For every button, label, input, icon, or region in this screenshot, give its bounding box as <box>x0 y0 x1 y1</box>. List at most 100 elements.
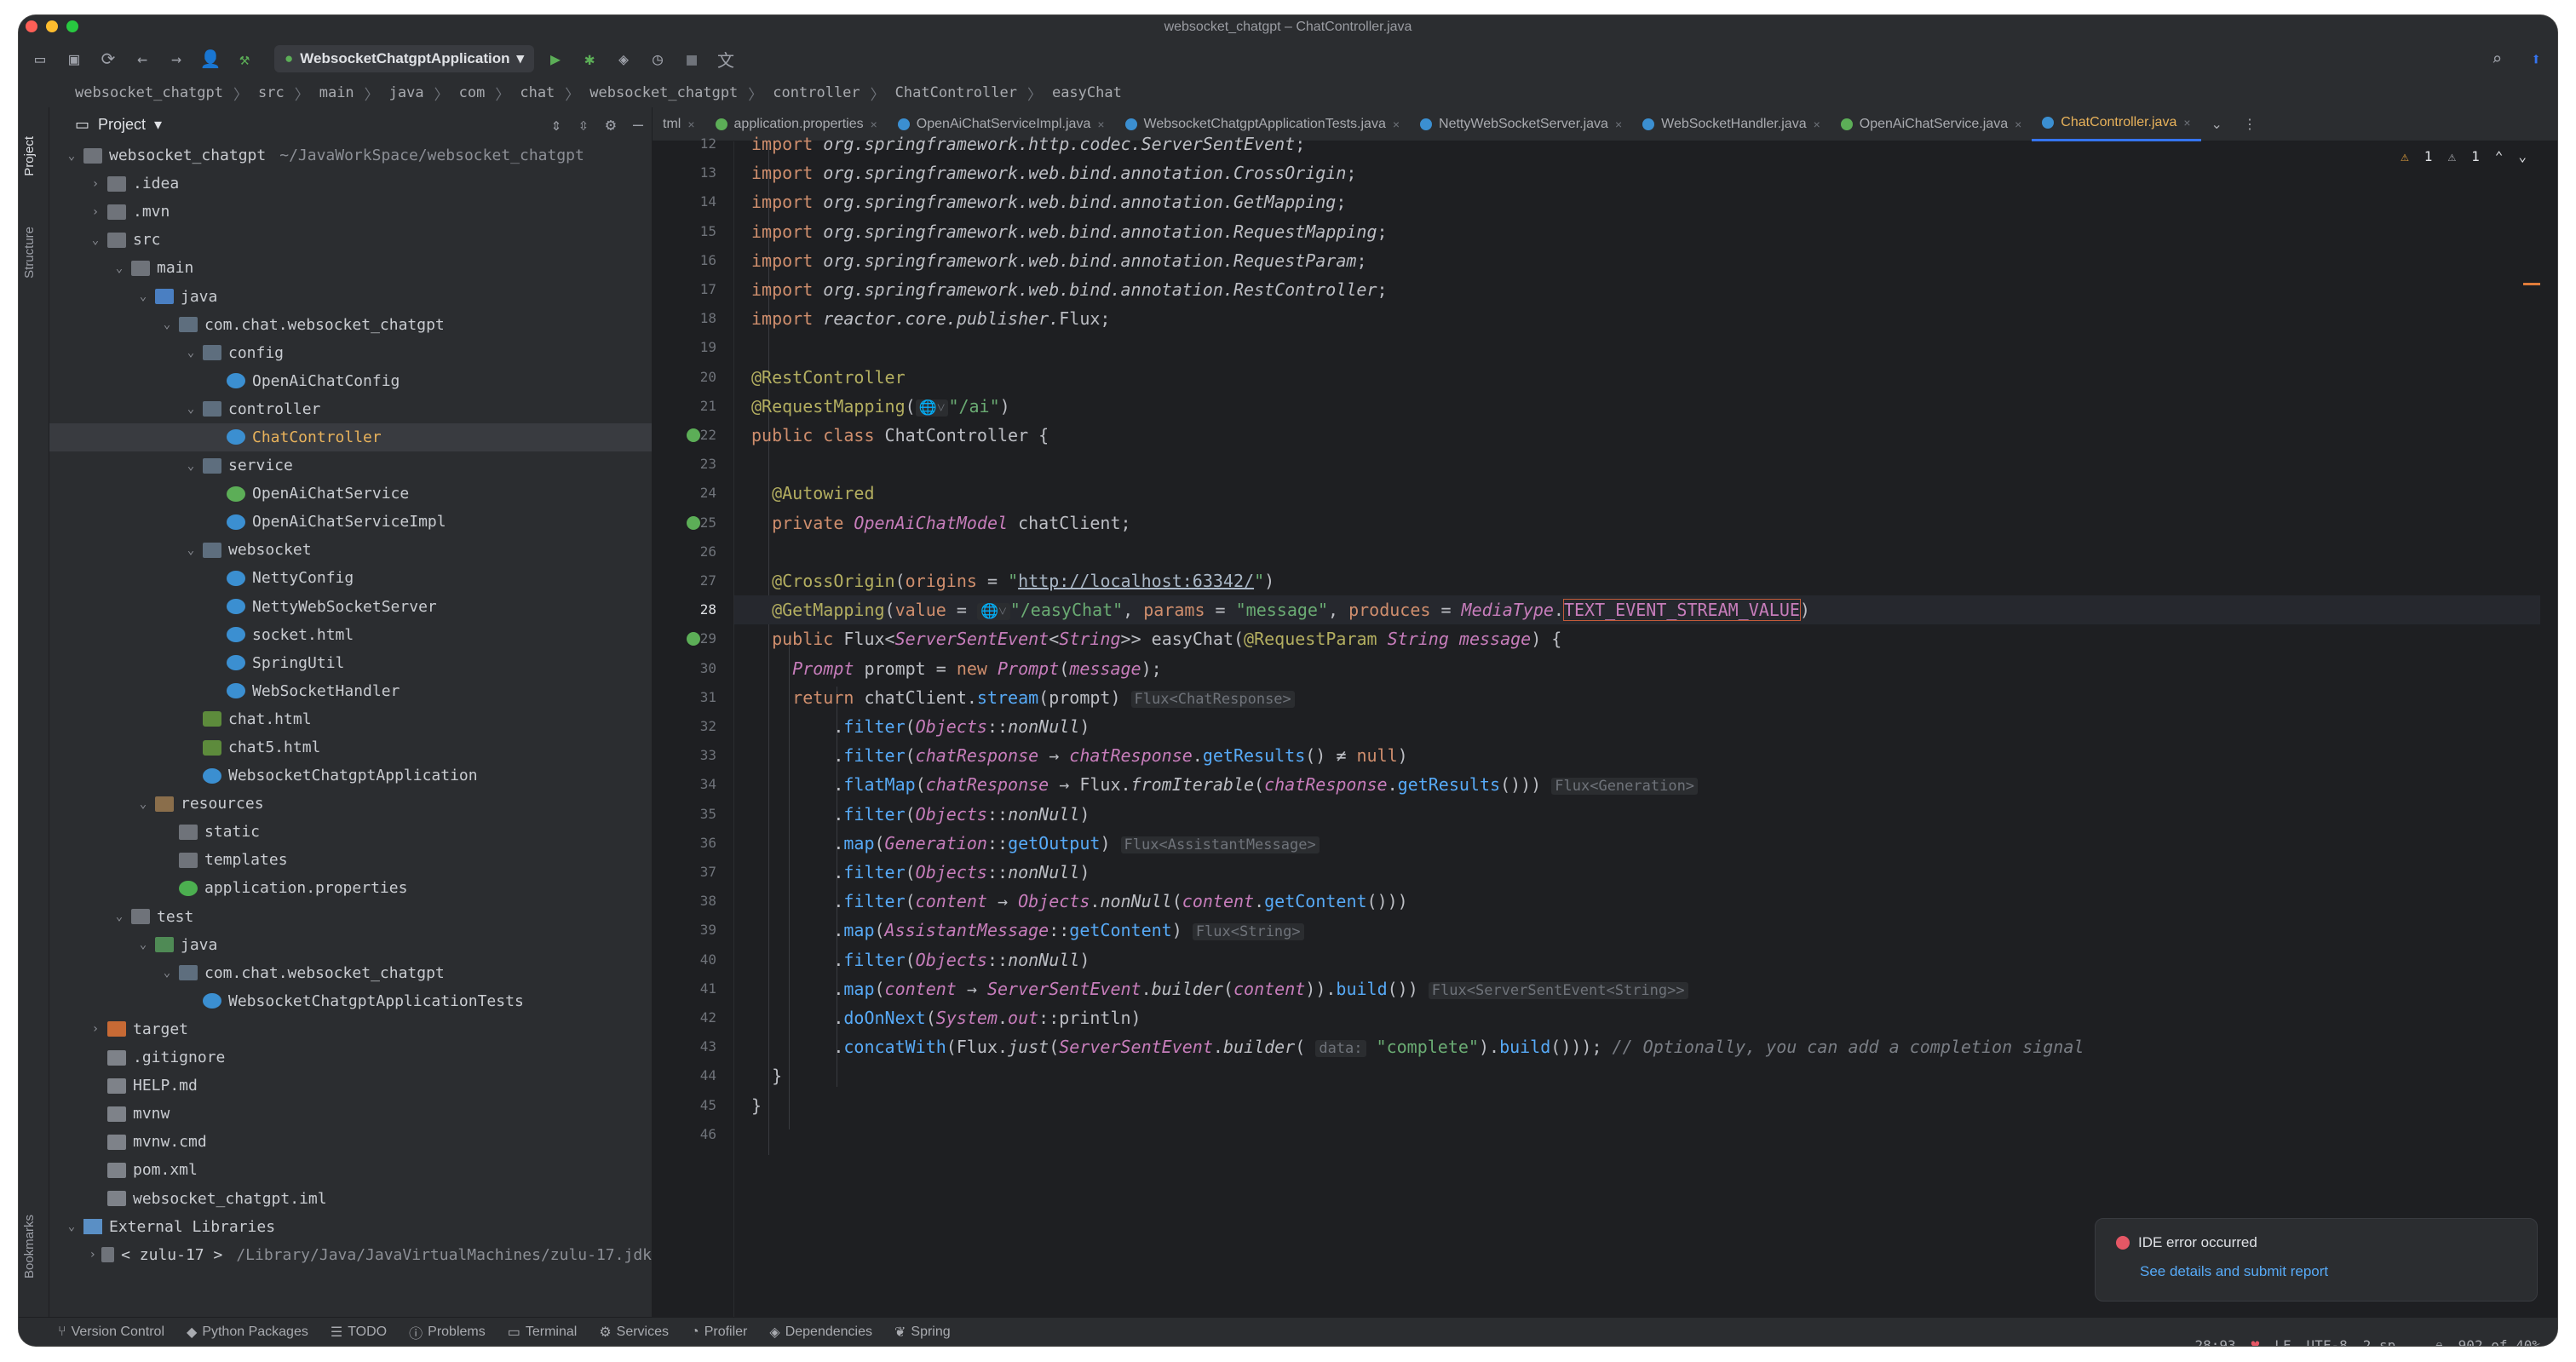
chevron-down-icon[interactable]: ⌄ <box>182 402 199 416</box>
tree-item[interactable]: websocket_chatgpt.iml <box>49 1184 652 1212</box>
chevron-down-icon[interactable]: ⌄ <box>87 233 104 247</box>
debug-icon[interactable]: ✱ <box>577 46 602 72</box>
close-window-button[interactable] <box>26 20 37 32</box>
tree-item[interactable]: mvnw.cmd <box>49 1128 652 1156</box>
update-icon[interactable]: ⬆ <box>2523 46 2549 72</box>
chevron-down-icon[interactable]: ⌄ <box>111 261 128 275</box>
project-panel-title[interactable]: Project <box>98 116 146 134</box>
tree-item[interactable]: chat.html <box>49 705 652 733</box>
caret-position[interactable]: 28:93 <box>2194 1337 2235 1347</box>
breadcrumb-item[interactable]: websocket_chatgpt <box>75 84 223 101</box>
tree-item[interactable]: NettyWebSocketServer <box>49 593 652 621</box>
stop-icon[interactable]: ■ <box>679 46 704 72</box>
run-icon[interactable]: ▶ <box>543 46 568 72</box>
chevron-down-icon[interactable]: ⌄ <box>135 938 152 951</box>
editor-tab[interactable]: tml × <box>653 107 705 141</box>
tree-item[interactable]: › < zulu-17 > /Library/Java/JavaVirtualMac… <box>49 1241 652 1269</box>
bookmarks-tool-tab[interactable]: Bookmarks <box>22 1215 37 1279</box>
tree-item[interactable]: SpringUtil <box>49 649 652 677</box>
chevron-right-icon[interactable]: › <box>87 177 104 191</box>
coverage-icon[interactable]: ◈ <box>611 46 636 72</box>
breadcrumb-item[interactable]: chat <box>520 84 555 101</box>
tool-window-button[interactable]: ☰ TODO <box>331 1324 387 1341</box>
tool-window-button[interactable]: ◈ Dependencies <box>769 1324 872 1341</box>
chevron-down-icon[interactable]: ▾ <box>154 116 162 134</box>
close-icon[interactable]: × <box>687 118 694 131</box>
tree-item[interactable]: ⌄ websocket_chatgpt ~/JavaWorkSpace/websoc… <box>49 141 652 170</box>
tree-item[interactable]: ⌄ src <box>49 226 652 254</box>
breadcrumb-item[interactable]: ChatController <box>895 84 1017 101</box>
tree-item[interactable]: WebSocketHandler <box>49 677 652 705</box>
code-editor[interactable]: import org.springframework.http.codec.Se… <box>734 134 2540 1317</box>
tree-item[interactable]: ⌄ External Libraries <box>49 1213 652 1241</box>
tree-item[interactable]: › .idea <box>49 170 652 198</box>
spring-bean-gutter-icon[interactable] <box>687 515 700 530</box>
tool-window-button[interactable]: ⚙ Services <box>599 1324 669 1341</box>
close-icon[interactable]: × <box>2183 116 2190 129</box>
chevron-right-icon[interactable]: › <box>87 205 104 219</box>
project-tool-tab[interactable]: Project <box>22 136 37 176</box>
tree-item[interactable]: › target <box>49 1015 652 1043</box>
tree-item[interactable]: ChatController <box>49 422 652 452</box>
close-icon[interactable]: × <box>1393 118 1400 131</box>
tree-item[interactable]: ⌄ java <box>49 282 652 310</box>
breadcrumb-item[interactable]: com <box>459 84 486 101</box>
spring-bean-gutter-icon[interactable] <box>687 428 700 442</box>
sync-icon[interactable]: ⟳ <box>95 46 121 72</box>
tree-item[interactable]: ⌄ com.chat.websocket_chatgpt <box>49 311 652 339</box>
chevron-down-icon[interactable]: ⌄ <box>63 149 80 163</box>
expand-all-icon[interactable]: ⇕ <box>551 114 561 135</box>
tree-item[interactable]: pom.xml <box>49 1156 652 1184</box>
gear-icon[interactable]: ⚙ <box>606 114 616 135</box>
tree-item[interactable]: static <box>49 818 652 846</box>
chevron-right-icon[interactable]: › <box>87 1022 104 1036</box>
tree-item[interactable]: ⌄ config <box>49 339 652 367</box>
search-icon[interactable]: ⌕ <box>2484 46 2510 72</box>
tree-item[interactable]: ⌄ controller <box>49 395 652 423</box>
tree-item[interactable]: NettyConfig <box>49 564 652 592</box>
tabs-overflow-icon[interactable]: ⌄ <box>2201 107 2233 141</box>
file-encoding[interactable]: UTF-8 <box>2307 1337 2348 1347</box>
tree-item[interactable]: .gitignore <box>49 1043 652 1072</box>
tree-item[interactable]: application.properties <box>49 874 652 902</box>
chevron-down-icon[interactable]: ⌄ <box>63 1220 80 1233</box>
chevron-down-icon[interactable]: ⌄ <box>182 459 199 473</box>
minimize-window-button[interactable] <box>46 20 58 32</box>
chevron-down-icon[interactable]: ⌄ <box>158 966 175 980</box>
close-icon[interactable]: × <box>1615 118 1622 131</box>
tree-item[interactable]: socket.html <box>49 621 652 649</box>
tool-window-button[interactable]: ◆ Python Packages <box>187 1324 308 1341</box>
build-hammer-icon[interactable]: ⚒ <box>232 46 257 72</box>
line-number-gutter[interactable]: 12 13 14 15 16 17 18 19 20 21 22 23 24 25 26 27 28 29 30 31… <box>653 135 734 1317</box>
breadcrumb-item[interactable]: src <box>258 84 285 101</box>
tree-item[interactable]: mvnw <box>49 1100 652 1128</box>
user-icon[interactable]: 👤 <box>198 46 223 72</box>
chevron-down-icon[interactable]: ⌄ <box>182 543 199 557</box>
profile-icon[interactable]: ◷ <box>645 46 670 72</box>
tree-item[interactable]: ⌄ websocket <box>49 536 652 564</box>
indent-setting[interactable]: 2 sp... <box>2363 1337 2420 1347</box>
tree-item[interactable]: HELP.md <box>49 1072 652 1100</box>
tool-window-button[interactable]: ◔ Profiler <box>691 1325 747 1340</box>
chevron-down-icon[interactable]: ⌄ <box>135 290 152 303</box>
tree-item[interactable]: WebsocketChatgptApplication <box>49 761 652 790</box>
editor-tab[interactable]: OpenAiChatService.java × <box>1831 107 2033 141</box>
close-icon[interactable]: × <box>2015 118 2021 131</box>
editor-tab[interactable]: ChatController.java × <box>2032 107 2201 141</box>
breadcrumb-item[interactable]: websocket_chatgpt <box>589 84 738 101</box>
forward-icon[interactable]: → <box>164 46 189 72</box>
run-configuration-select[interactable]: ● WebsocketChatgptApplication ▾ <box>274 45 535 72</box>
breadcrumb-item[interactable]: controller <box>773 84 860 101</box>
tree-item[interactable]: ⌄ com.chat.websocket_chatgpt <box>49 959 652 987</box>
translate-icon[interactable]: 文 <box>713 46 739 72</box>
open-folder-icon[interactable]: ▭ <box>27 46 53 72</box>
tool-window-button[interactable]: ⑂ Version Control <box>58 1325 164 1340</box>
chevron-right-icon[interactable]: › <box>87 1248 98 1261</box>
tool-window-button[interactable]: ⓘ Problems <box>409 1322 486 1342</box>
tree-item[interactable]: chat5.html <box>49 733 652 761</box>
collapse-all-icon[interactable]: ⇳ <box>578 114 589 135</box>
notification-link[interactable]: See details and submit report <box>2140 1263 2516 1280</box>
tree-item[interactable]: OpenAiChatConfig <box>49 367 652 395</box>
tree-item[interactable]: ⌄ resources <box>49 790 652 818</box>
tree-item[interactable]: WebsocketChatgptApplicationTests <box>49 987 652 1015</box>
